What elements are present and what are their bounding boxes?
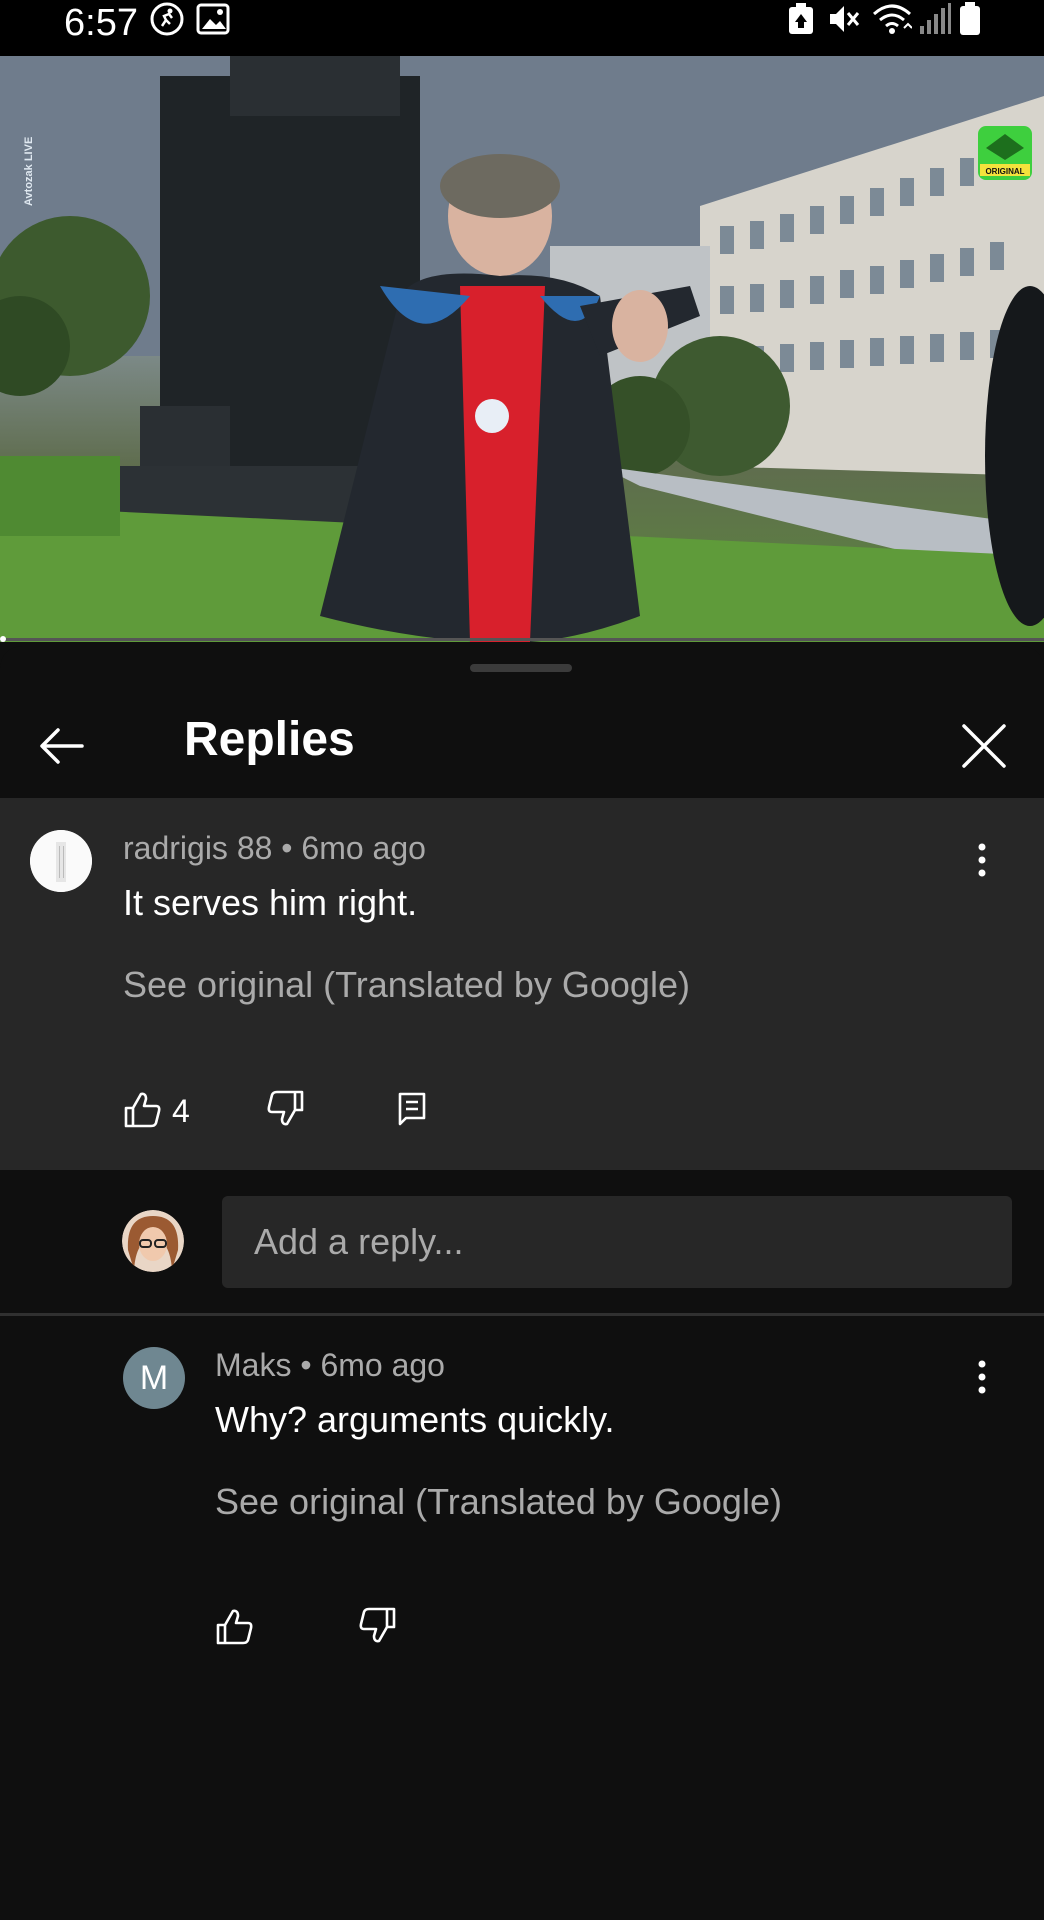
- sheet-drag-handle[interactable]: [470, 664, 572, 672]
- comment-meta: radrigis 88 • 6mo ago: [123, 830, 426, 866]
- svg-text:ORIGINAL: ORIGINAL: [985, 167, 1024, 176]
- comment-reply-icon: [398, 1092, 426, 1126]
- parent-comment: radrigis 88 • 6mo ago It serves him righ…: [0, 798, 1044, 1170]
- user-avatar: [122, 1210, 184, 1272]
- thumb-down-icon: [267, 1090, 304, 1126]
- avatar[interactable]: M: [123, 1347, 185, 1409]
- comment-author[interactable]: Maks: [215, 1347, 291, 1383]
- battery-saver-icon: [786, 2, 820, 36]
- thumb-down-icon: [359, 1607, 396, 1643]
- running-activity-icon: [150, 2, 184, 36]
- wifi-icon: [872, 2, 913, 36]
- comment-meta: Maks • 6mo ago: [215, 1347, 445, 1383]
- like-count: 4: [172, 1093, 190, 1129]
- status-time: 6:57: [64, 2, 138, 44]
- comment-text: It serves him right.: [123, 882, 418, 923]
- close-button[interactable]: [948, 710, 1020, 782]
- gallery-icon: [196, 2, 230, 36]
- arrow-back-icon: [40, 728, 84, 764]
- avatar[interactable]: [30, 830, 92, 892]
- thumb-up-icon: [216, 1609, 253, 1645]
- close-icon: [962, 724, 1006, 768]
- status-bar: 6:57: [0, 0, 1044, 56]
- back-button[interactable]: [26, 710, 98, 782]
- dislike-button[interactable]: [356, 1603, 400, 1647]
- comment-age: 6mo ago: [301, 830, 426, 866]
- more-vert-icon: [978, 1360, 986, 1394]
- more-vert-icon: [978, 843, 986, 877]
- video-player[interactable]: Avtozak LIVE ORIGINAL: [0, 56, 1044, 642]
- more-options-button[interactable]: [960, 1347, 1004, 1407]
- comment-author[interactable]: radrigis 88: [123, 830, 272, 866]
- video-progress-thumb: [0, 636, 6, 642]
- comment-text: Why? arguments quickly.: [215, 1399, 615, 1440]
- divider: [0, 1313, 1044, 1316]
- video-progress-track: [0, 638, 1044, 641]
- like-button[interactable]: [120, 1088, 164, 1132]
- like-button[interactable]: [212, 1605, 256, 1649]
- battery-icon: [958, 2, 992, 36]
- thumb-up-icon: [124, 1092, 161, 1128]
- mute-icon: [826, 2, 860, 36]
- dislike-button[interactable]: [264, 1086, 308, 1130]
- sheet-header: Replies: [0, 672, 1044, 796]
- sheet-title: Replies: [184, 713, 355, 766]
- video-watermark: Avtozak LIVE: [23, 137, 35, 206]
- reply-button[interactable]: [390, 1086, 434, 1130]
- more-options-button[interactable]: [960, 830, 1004, 890]
- add-reply-input[interactable]: [222, 1196, 1012, 1288]
- see-original-link[interactable]: See original (Translated by Google): [123, 964, 690, 1006]
- signal-icon: [918, 2, 952, 36]
- see-original-link[interactable]: See original (Translated by Google): [215, 1481, 782, 1523]
- comment-age: 6mo ago: [320, 1347, 445, 1383]
- original-badge: ORIGINAL: [978, 126, 1032, 180]
